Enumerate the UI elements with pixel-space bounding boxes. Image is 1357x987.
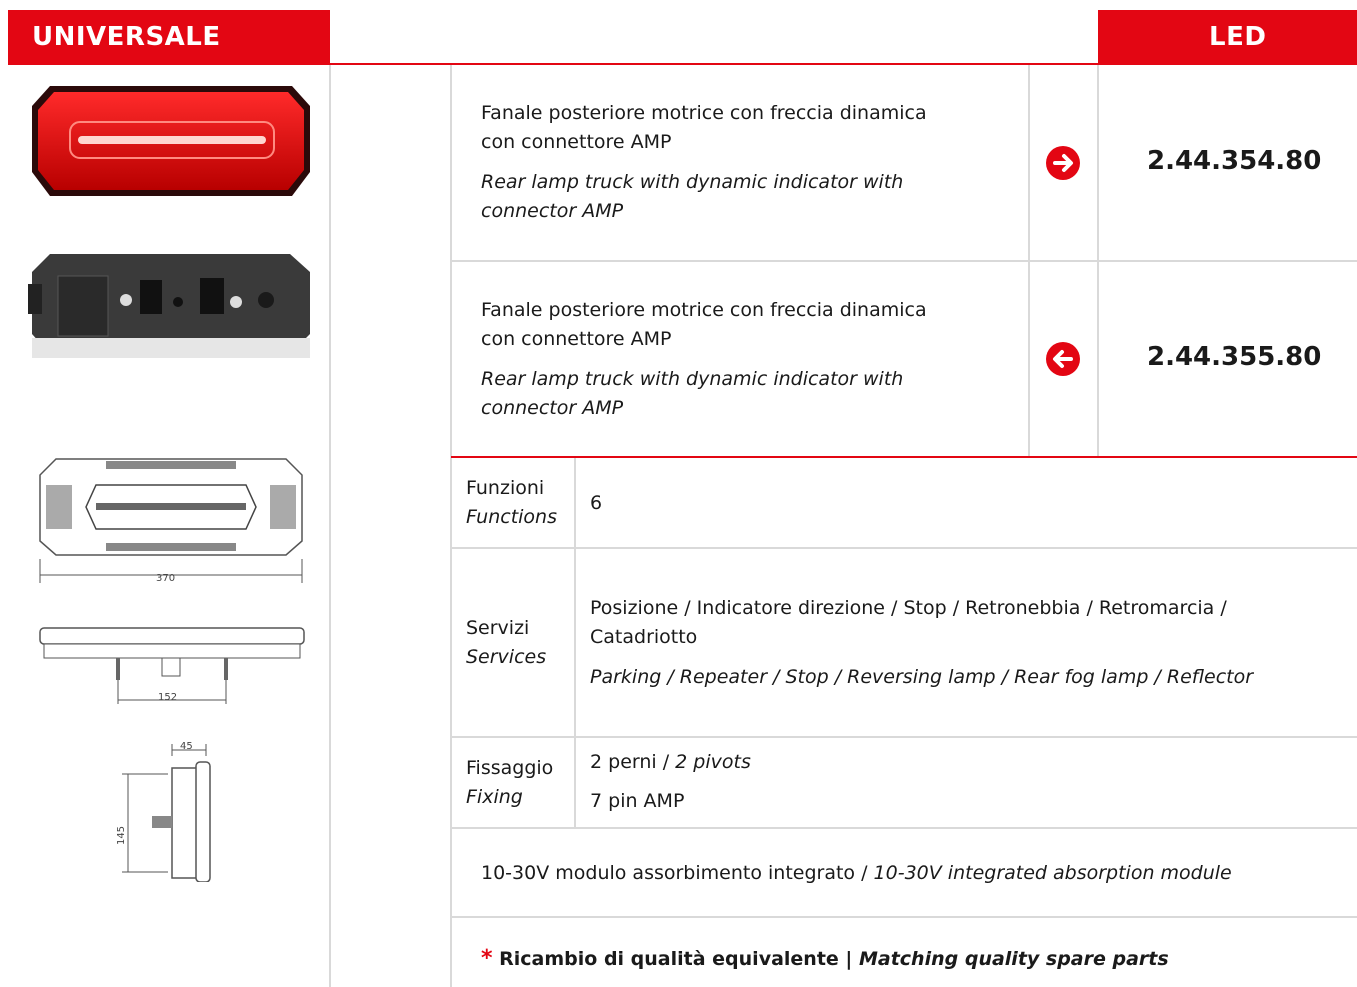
side-view-drawing xyxy=(118,740,218,883)
row-divider xyxy=(451,916,1357,918)
row-divider xyxy=(451,827,1357,829)
spec-value-functions: 6 xyxy=(590,492,603,514)
type-label: LED xyxy=(1209,22,1267,52)
column-divider xyxy=(574,457,576,827)
row-divider xyxy=(451,547,1357,549)
product-code: 2.44.354.80 xyxy=(1147,146,1322,176)
arrow-left-icon xyxy=(1046,342,1080,376)
spec-divider xyxy=(451,456,1357,458)
product-description-it: Fanale posteriore motrice con freccia di… xyxy=(481,299,927,350)
width-dimension: 370 xyxy=(156,573,176,584)
front-view-drawing xyxy=(36,455,306,590)
category-label: UNIVERSALE xyxy=(32,22,221,52)
spec-label-services: Servizi Services xyxy=(466,617,547,668)
product-code: 2.44.355.80 xyxy=(1147,342,1322,372)
lamp-front-photo xyxy=(30,82,312,200)
column-divider xyxy=(450,65,452,987)
product-description-en: Rear lamp truck with dynamic indicator w… xyxy=(481,368,904,419)
row-divider xyxy=(451,736,1357,738)
spec-value-fixing: 2 perni / 2 pivots 7 pin AMP xyxy=(590,751,751,812)
header-divider xyxy=(8,63,1357,65)
type-header: LED xyxy=(1098,10,1357,65)
spec-value-services-en: Parking / Repeater / Stop / Reversing la… xyxy=(590,666,1254,688)
arrow-right-icon xyxy=(1046,146,1080,180)
pivot-dimension: 152 xyxy=(158,692,178,703)
depth-dimension: 45 xyxy=(180,741,193,752)
product-description-it: Fanale posteriore motrice con freccia di… xyxy=(481,102,927,153)
product-description-en: Rear lamp truck with dynamic indicator w… xyxy=(481,171,904,222)
voltage-note: 10-30V modulo assorbimento integrato / 1… xyxy=(481,862,1232,884)
spec-label-functions: Funzioni Functions xyxy=(466,477,557,528)
spec-label-fixing: Fissaggio Fixing xyxy=(466,757,554,808)
height-dimension: 145 xyxy=(116,825,128,846)
lamp-back-photo xyxy=(28,250,312,360)
quality-footer: * Ricambio di qualità equivalente | Matc… xyxy=(481,946,1169,971)
column-divider xyxy=(329,65,331,987)
category-header: UNIVERSALE xyxy=(8,10,330,65)
row-divider xyxy=(451,260,1357,262)
spec-value-services-it: Posizione / Indicatore direzione / Stop … xyxy=(590,597,1227,648)
